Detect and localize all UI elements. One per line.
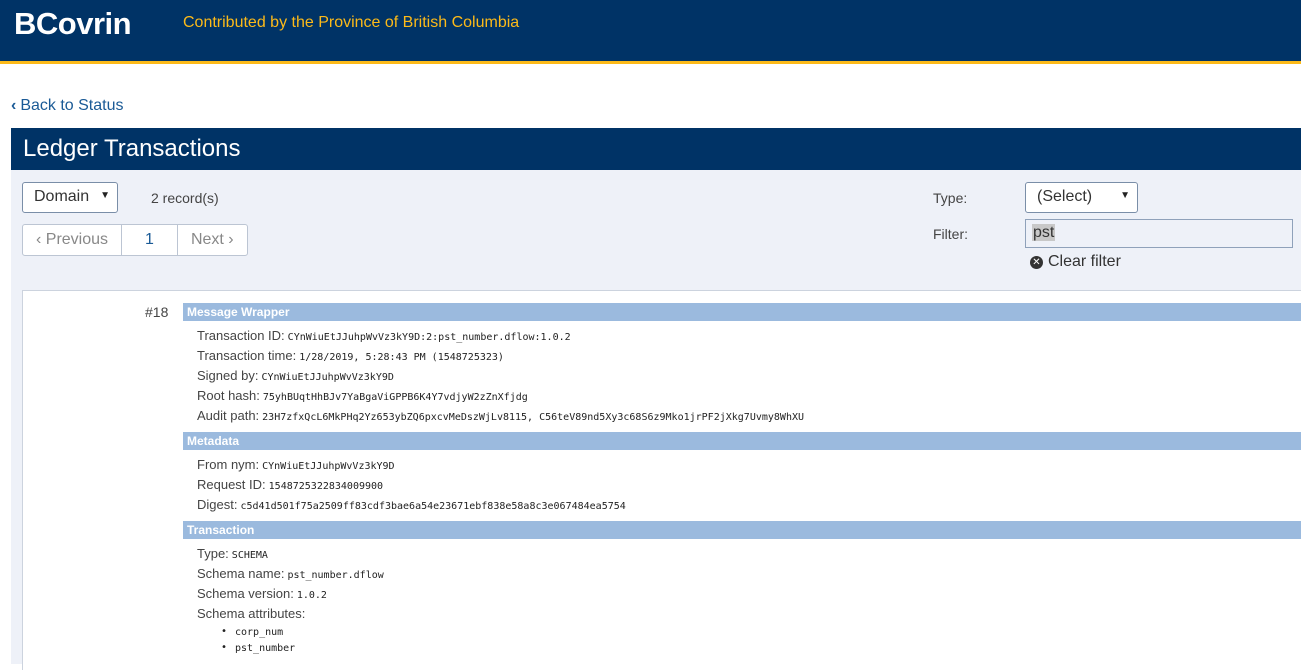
brand-logo[interactable]: BCovrin	[14, 6, 132, 42]
audit-path-row: Audit path: 23H7zfxQcL6MkPHq2Yz653ybZQ6px…	[197, 408, 804, 423]
message-wrapper-heading: Message Wrapper	[183, 303, 1301, 321]
ledger-select[interactable]: Domain ▼	[22, 182, 118, 213]
schema-attribute-item: pst_number	[221, 642, 295, 654]
transaction-record: #18 Message Wrapper Transaction ID: CYnWi…	[22, 290, 1301, 670]
chevron-right-icon: ›	[223, 231, 234, 248]
signed-by-row: Signed by: CYnWiuEtJJuhpWvVz3kY9D	[197, 368, 394, 383]
row-label: Type:	[197, 546, 229, 561]
record-number: #18	[145, 304, 169, 320]
row-value: CYnWiuEtJJuhpWvVz3kY9D	[261, 372, 394, 383]
ledger-panel: Ledger Transactions Domain ▼ 2 record(s)…	[11, 128, 1301, 670]
row-value: 23H7zfxQcL6MkPHq2Yz653ybZQ6pxcvMeDszWjLv…	[262, 412, 805, 423]
schema-version-row: Schema version: 1.0.2	[197, 586, 327, 601]
header-tagline: Contributed by the Province of British C…	[183, 14, 520, 31]
metadata-heading: Metadata	[183, 432, 1301, 450]
caret-down-icon: ▼	[100, 190, 110, 201]
back-link-label: Back to Status	[20, 97, 124, 114]
record-count: 2 record(s)	[151, 190, 219, 206]
chevron-left-icon: ‹	[36, 231, 46, 248]
row-label: From nym:	[197, 457, 260, 472]
schema-attribute-item: corp_num	[221, 626, 283, 638]
ledger-select-value: Domain	[34, 188, 90, 205]
row-label: Request ID:	[197, 477, 266, 492]
type-select[interactable]: (Select) ▼	[1025, 182, 1138, 213]
top-navbar: BCovrin Contributed by the Province of B…	[0, 0, 1301, 64]
transaction-id-row: Transaction ID: CYnWiuEtJJuhpWvVz3kY9D:2:…	[197, 328, 571, 343]
clear-filter-button[interactable]: ✕ Clear filter	[1030, 253, 1121, 271]
pagination: ‹ Previous 1 Next ›	[22, 224, 248, 256]
next-page-button[interactable]: Next ›	[178, 225, 247, 255]
page-title: Ledger Transactions	[11, 128, 1301, 170]
row-value: 1548725322834009900	[268, 481, 384, 492]
row-label: Schema version:	[197, 586, 294, 601]
previous-page-button[interactable]: ‹ Previous	[23, 225, 123, 255]
from-nym-row: From nym: CYnWiuEtJJuhpWvVz3kY9D	[197, 457, 395, 472]
row-value: pst_number.dflow	[287, 570, 384, 581]
transaction-time-row: Transaction time: 1/28/2019, 5:28:43 PM (…	[197, 348, 504, 363]
filter-input-value: pst	[1032, 224, 1056, 241]
row-label: Schema attributes:	[197, 606, 306, 621]
row-label: Audit path:	[197, 408, 260, 423]
caret-down-icon: ▼	[1120, 190, 1130, 201]
request-id-row: Request ID: 1548725322834009900	[197, 477, 383, 492]
row-label: Digest:	[197, 497, 238, 512]
row-value: CYnWiuEtJJuhpWvVz3kY9D:2:pst_number.dflo…	[287, 332, 571, 343]
transaction-heading: Transaction	[183, 521, 1301, 539]
back-to-status-link[interactable]: ‹ Back to Status	[11, 97, 124, 115]
digest-row: Digest: c5d41d501f75a2509ff83cdf3bae6a54e…	[197, 497, 626, 512]
row-value: SCHEMA	[231, 550, 268, 561]
schema-name-row: Schema name: pst_number.dflow	[197, 566, 384, 581]
row-value: 1/28/2019, 5:28:43 PM (1548725323)	[299, 352, 504, 363]
close-circle-icon: ✕	[1030, 256, 1043, 269]
chevron-left-icon: ‹	[11, 97, 17, 114]
row-label: Signed by:	[197, 368, 259, 383]
row-value: 1.0.2	[296, 590, 327, 601]
filter-input[interactable]: pst	[1025, 219, 1293, 248]
row-value: CYnWiuEtJJuhpWvVz3kY9D	[262, 461, 395, 472]
root-hash-row: Root hash: 75yhBUqtHhBJv7YaBgaViGPPB6K4Y7…	[197, 388, 528, 403]
type-label: Type:	[933, 190, 968, 206]
schema-attributes-row: Schema attributes:	[197, 606, 305, 621]
type-select-value: (Select)	[1037, 188, 1093, 205]
previous-label: Previous	[45, 231, 109, 248]
filter-label: Filter:	[933, 226, 968, 242]
clear-filter-label: Clear filter	[1048, 253, 1121, 270]
row-label: Root hash:	[197, 388, 260, 403]
row-label: Transaction ID:	[197, 328, 285, 343]
page-1-button[interactable]: 1	[122, 225, 178, 255]
row-value: 75yhBUqtHhBJv7YaBgaViGPPB6K4Y7vdjyW2zZnX…	[262, 392, 528, 403]
row-label: Schema name:	[197, 566, 285, 581]
row-label: Transaction time:	[197, 348, 297, 363]
row-value: c5d41d501f75a2509ff83cdf3bae6a54e23671eb…	[240, 501, 626, 512]
type-row: Type: SCHEMA	[197, 546, 268, 561]
next-label: Next	[190, 231, 224, 248]
